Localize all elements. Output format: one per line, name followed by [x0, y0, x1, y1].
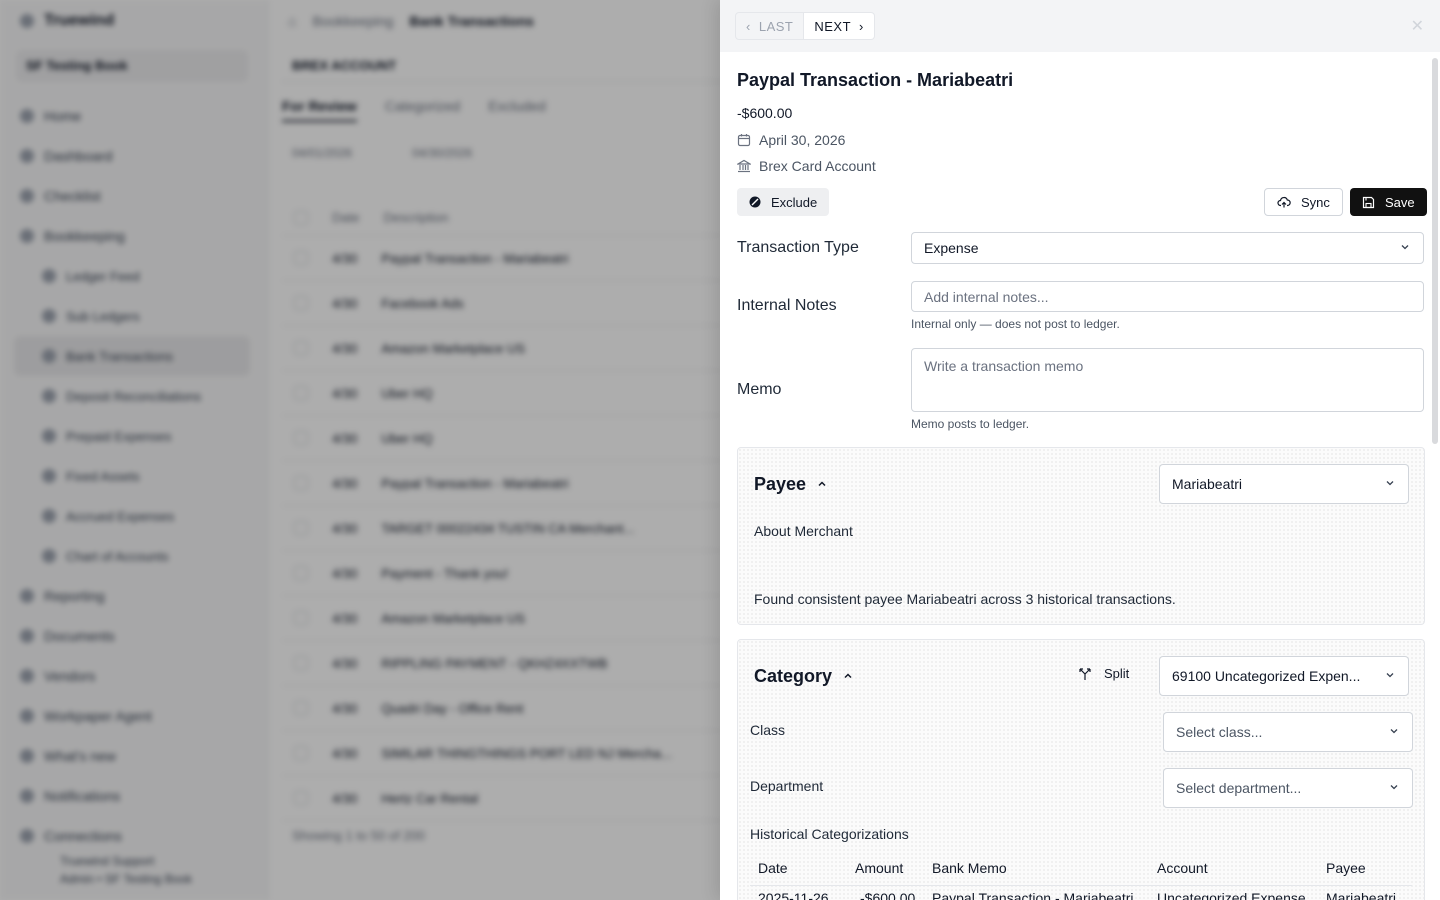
- class-placeholder: Select class...: [1176, 724, 1263, 740]
- internal-notes-input[interactable]: Add internal notes...: [911, 281, 1424, 312]
- category-value: 69100 Uncategorized Expen...: [1172, 668, 1361, 684]
- transaction-date-text: April 30, 2026: [759, 132, 846, 148]
- sync-button[interactable]: Sync: [1264, 188, 1343, 216]
- transaction-drawer: ‹ LAST NEXT › ✕ Paypal Transaction - Mar…: [720, 0, 1440, 900]
- history-cell-account: Uncategorized Expense: [1157, 890, 1306, 900]
- previous-label: LAST: [758, 18, 794, 34]
- payee-finding-text: Found consistent payee Mariabeatri acros…: [754, 591, 1176, 607]
- transaction-type-label: Transaction Type: [737, 239, 859, 256]
- memo-hint: Memo posts to ledger.: [911, 417, 1030, 431]
- save-label: Save: [1385, 194, 1415, 210]
- exclude-button[interactable]: Exclude: [737, 188, 830, 216]
- sync-label: Sync: [1301, 194, 1330, 210]
- category-title: Category: [754, 666, 833, 686]
- split-label: Split: [1104, 666, 1130, 681]
- history-cell-date: 2025-11-26: [758, 890, 829, 900]
- history-header-account: Account: [1157, 860, 1208, 876]
- chevron-down-icon: [1399, 240, 1411, 256]
- drawer-scrollbar[interactable]: [1432, 58, 1438, 444]
- transaction-account: Brex Card Account: [737, 157, 876, 175]
- transaction-type-select[interactable]: Expense: [911, 232, 1424, 264]
- exclude-label: Exclude: [771, 194, 818, 210]
- next-label: NEXT: [814, 18, 852, 34]
- calendar-icon: [737, 134, 751, 147]
- transaction-account-text: Brex Card Account: [759, 158, 876, 174]
- cloud-upload-icon: [1277, 196, 1291, 208]
- memo-textarea[interactable]: Write a transaction memo: [911, 348, 1424, 412]
- transaction-pager: ‹ LAST NEXT ›: [735, 12, 875, 40]
- class-label: Class: [750, 722, 786, 738]
- about-merchant-heading: About Merchant: [754, 523, 853, 539]
- payee-value: Mariabeatri: [1172, 476, 1243, 492]
- internal-notes-label: Internal Notes: [737, 297, 837, 314]
- department-select[interactable]: Select department...: [1163, 768, 1413, 808]
- payee-card: Payee Mariabeatri About Merchant Found c…: [737, 447, 1425, 625]
- transaction-amount: -$600.00: [737, 105, 793, 121]
- transaction-type-value: Expense: [924, 240, 979, 256]
- history-cell-memo: Paypal Transaction - Mariabeatri: [932, 890, 1134, 900]
- chevron-left-icon: ‹: [746, 18, 751, 34]
- transaction-date: April 30, 2026: [737, 131, 845, 149]
- split-button[interactable]: Split: [1078, 666, 1129, 681]
- chevron-down-icon: [1388, 724, 1400, 740]
- chevron-down-icon: [1384, 668, 1396, 684]
- history-table-header: Date Amount Bank Memo Account Payee: [750, 858, 1412, 886]
- category-section-toggle[interactable]: Category: [754, 666, 854, 687]
- next-transaction-button[interactable]: NEXT ›: [804, 12, 875, 40]
- chevron-up-icon: [816, 474, 828, 495]
- previous-transaction-button[interactable]: ‹ LAST: [735, 12, 805, 40]
- department-label: Department: [750, 778, 824, 794]
- memo-label: Memo: [737, 381, 782, 398]
- history-header-amount: Amount: [855, 860, 904, 876]
- department-placeholder: Select department...: [1176, 780, 1302, 796]
- split-icon: [1079, 667, 1091, 680]
- history-header-payee: Payee: [1326, 860, 1366, 876]
- history-cell-payee: Mariabeatri: [1326, 890, 1397, 900]
- chevron-down-icon: [1384, 476, 1396, 492]
- close-icon[interactable]: ✕: [1411, 16, 1424, 36]
- history-header-memo: Bank Memo: [932, 860, 1007, 876]
- save-button[interactable]: Save: [1350, 188, 1427, 216]
- bank-icon: [737, 159, 751, 173]
- chevron-down-icon: [1388, 780, 1400, 796]
- payee-select[interactable]: Mariabeatri: [1159, 464, 1409, 504]
- internal-notes-hint: Internal only — does not post to ledger.: [911, 317, 1120, 331]
- payee-title: Payee: [754, 474, 807, 494]
- chevron-right-icon: ›: [859, 18, 864, 34]
- class-select[interactable]: Select class...: [1163, 712, 1413, 752]
- history-header-date: Date: [758, 860, 788, 876]
- payee-section-toggle[interactable]: Payee: [754, 474, 828, 495]
- transaction-title: Paypal Transaction - Mariabeatri: [737, 70, 1014, 90]
- history-cell-amount: -$600.00: [860, 890, 916, 900]
- chevron-up-icon: [842, 666, 854, 687]
- history-title: Historical Categorizations: [750, 826, 909, 842]
- ban-icon: [749, 196, 761, 208]
- category-select[interactable]: 69100 Uncategorized Expen...: [1159, 656, 1409, 696]
- save-icon: [1362, 196, 1375, 208]
- category-card: Category Split 69100 Uncategorized Expen…: [737, 639, 1425, 900]
- drawer-top-bar: ‹ LAST NEXT › ✕: [720, 0, 1440, 52]
